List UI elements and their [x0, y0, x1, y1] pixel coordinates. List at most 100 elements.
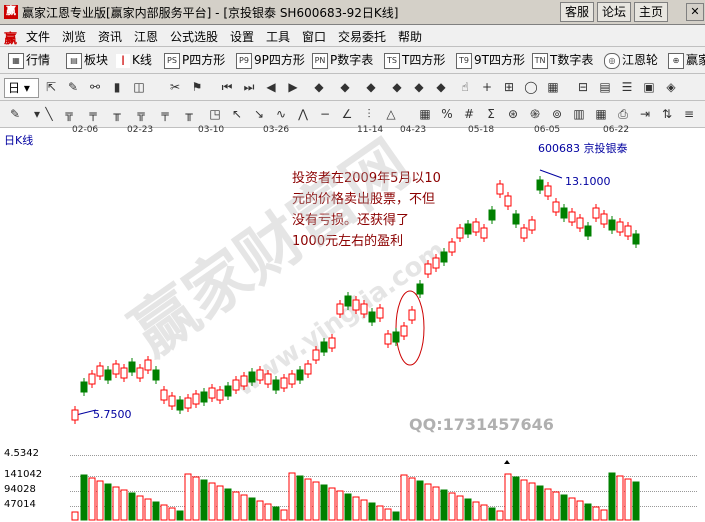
arrow-left-icon[interactable]: ↖	[228, 105, 246, 123]
volume-bar	[128, 492, 136, 521]
candle-body	[88, 373, 96, 385]
forum-button[interactable]: 论坛	[597, 2, 632, 22]
spiral-icon[interactable]: ֍	[526, 105, 544, 123]
list-icon[interactable]: ☰	[618, 78, 636, 96]
bar-icon[interactable]: ▮	[108, 78, 126, 96]
circle-icon[interactable]: ◯	[522, 78, 540, 96]
export-icon[interactable]: ⇥	[636, 105, 654, 123]
angle-icon[interactable]: ∠	[338, 105, 356, 123]
home-button[interactable]: 主页	[634, 2, 669, 22]
link-icon[interactable]: ⚯	[86, 78, 104, 96]
volume-bar	[71, 511, 79, 521]
volume-bar	[384, 508, 392, 521]
menu-browse[interactable]: 浏览	[62, 28, 86, 45]
candle-body	[424, 263, 432, 275]
wave-icon[interactable]: ∿	[272, 105, 290, 123]
chart-icon[interactable]: ▥	[570, 105, 588, 123]
close-icon[interactable]: ✕	[686, 3, 704, 21]
diamond-icon-2[interactable]: ◆	[336, 78, 354, 96]
line-icon[interactable]: ╲	[40, 105, 58, 123]
diamond-icon-4[interactable]: ◆	[388, 78, 406, 96]
menu-trade[interactable]: 交易委托	[338, 28, 386, 45]
rect-icon[interactable]: ◳	[206, 105, 224, 123]
hand-icon[interactable]: ☝	[456, 78, 474, 96]
arrow-right-icon[interactable]: ↘	[250, 105, 268, 123]
tool-icon[interactable]: ✂	[166, 78, 184, 96]
print-icon[interactable]: ⎙	[614, 105, 632, 123]
pen-icon[interactable]: ✎	[6, 105, 24, 123]
menu-gann[interactable]: 江恩	[134, 28, 158, 45]
fork-icon-6[interactable]: ╥	[180, 105, 198, 123]
fork-icon-3[interactable]: ╥	[108, 105, 126, 123]
tb-sector[interactable]: ▤ 板块	[66, 51, 108, 69]
volume-marker-icon	[504, 460, 510, 464]
candle-icon[interactable]: ◫	[130, 78, 148, 96]
cube-icon[interactable]: ◈	[662, 78, 680, 96]
tb-9psquare[interactable]: P9 9P四方形	[236, 51, 305, 69]
box-icon[interactable]: ▣	[640, 78, 658, 96]
ring-icon[interactable]: ⊚	[548, 105, 566, 123]
diamond-icon-5[interactable]: ◆	[410, 78, 428, 96]
candle-body	[160, 389, 168, 401]
book-icon[interactable]: ▦	[592, 105, 610, 123]
calc-icon[interactable]: ▦	[416, 105, 434, 123]
sum-icon[interactable]: Σ	[482, 105, 500, 123]
table-icon[interactable]: ▤	[596, 78, 614, 96]
quote-icon: ▦	[8, 52, 24, 69]
menu-info[interactable]: 资讯	[98, 28, 122, 45]
tb-tsquare[interactable]: TS T四方形	[384, 51, 445, 69]
fan-icon[interactable]: ⊛	[504, 105, 522, 123]
service-button[interactable]: 客服	[560, 2, 595, 22]
zigzag-icon[interactable]: ⋀	[294, 105, 312, 123]
calendar-icon[interactable]: ⊟	[574, 78, 592, 96]
volume-bar	[368, 502, 376, 521]
tb-psquare[interactable]: PS P四方形	[164, 51, 225, 69]
menu-tools[interactable]: 工具	[266, 28, 290, 45]
prev-icon[interactable]: ◀	[262, 78, 280, 96]
menu-window[interactable]: 窗口	[302, 28, 326, 45]
menu-settings[interactable]: 设置	[230, 28, 254, 45]
candle-body	[296, 369, 304, 381]
fork-icon-5[interactable]: ╤	[156, 105, 174, 123]
diamond-icon-1[interactable]: ◆	[310, 78, 328, 96]
fork-icon-1[interactable]: ╦	[60, 105, 78, 123]
volume-bar	[472, 501, 480, 521]
more-icon[interactable]: ≡	[680, 105, 698, 123]
candle-body	[336, 303, 344, 315]
draw-icon[interactable]: ✎	[64, 78, 82, 96]
period-select[interactable]: 日 ▾	[4, 78, 39, 98]
first-icon[interactable]: ⏮	[218, 78, 236, 96]
tb-quote[interactable]: ▦ 行情	[8, 51, 50, 69]
diamond-icon-6[interactable]: ◆	[432, 78, 450, 96]
zoom-icon[interactable]: ⊞	[500, 78, 518, 96]
crosshair-icon[interactable]: +	[478, 78, 496, 96]
fork-icon-4[interactable]: ╦	[132, 105, 150, 123]
volume-bar	[360, 499, 368, 521]
next-icon[interactable]: ▶	[284, 78, 302, 96]
diamond-icon-3[interactable]: ◆	[362, 78, 380, 96]
triangle-icon[interactable]: △	[382, 105, 400, 123]
chart-area[interactable]: 日K线 600683 京投银泰 02-06 02-23 03-10 03-26 …	[0, 125, 705, 522]
candle-body	[136, 367, 144, 379]
tb-9tsquare[interactable]: T9 9T四方形	[456, 51, 525, 69]
tb-winner[interactable]: ⊕ 赢家	[668, 51, 705, 69]
grid-icon[interactable]: ▦	[544, 78, 562, 96]
p9-icon: P9	[236, 52, 252, 69]
sort-icon[interactable]: ⇅	[658, 105, 676, 123]
menu-formula[interactable]: 公式选股	[170, 28, 218, 45]
tb-gannwheel[interactable]: ◎ 江恩轮	[604, 51, 658, 69]
number-icon[interactable]: #	[460, 105, 478, 123]
flag-icon[interactable]: ⚑	[188, 78, 206, 96]
tb-tnumber[interactable]: TN T数字表	[532, 51, 593, 69]
percent-icon[interactable]: %	[438, 105, 456, 123]
fork-icon-2[interactable]: ╤	[84, 105, 102, 123]
last-icon[interactable]: ⏭	[240, 78, 258, 96]
tb-kline[interactable]: ┃ K线	[116, 51, 152, 69]
cursor-icon[interactable]: ⇱	[42, 78, 60, 96]
tb-pnumber[interactable]: PN P数字表	[312, 51, 373, 69]
candle-body	[71, 409, 79, 421]
menu-help[interactable]: 帮助	[398, 28, 422, 45]
candle-body	[400, 325, 408, 337]
menu-file[interactable]: 文件	[26, 28, 50, 45]
minus-icon[interactable]: −	[316, 105, 334, 123]
